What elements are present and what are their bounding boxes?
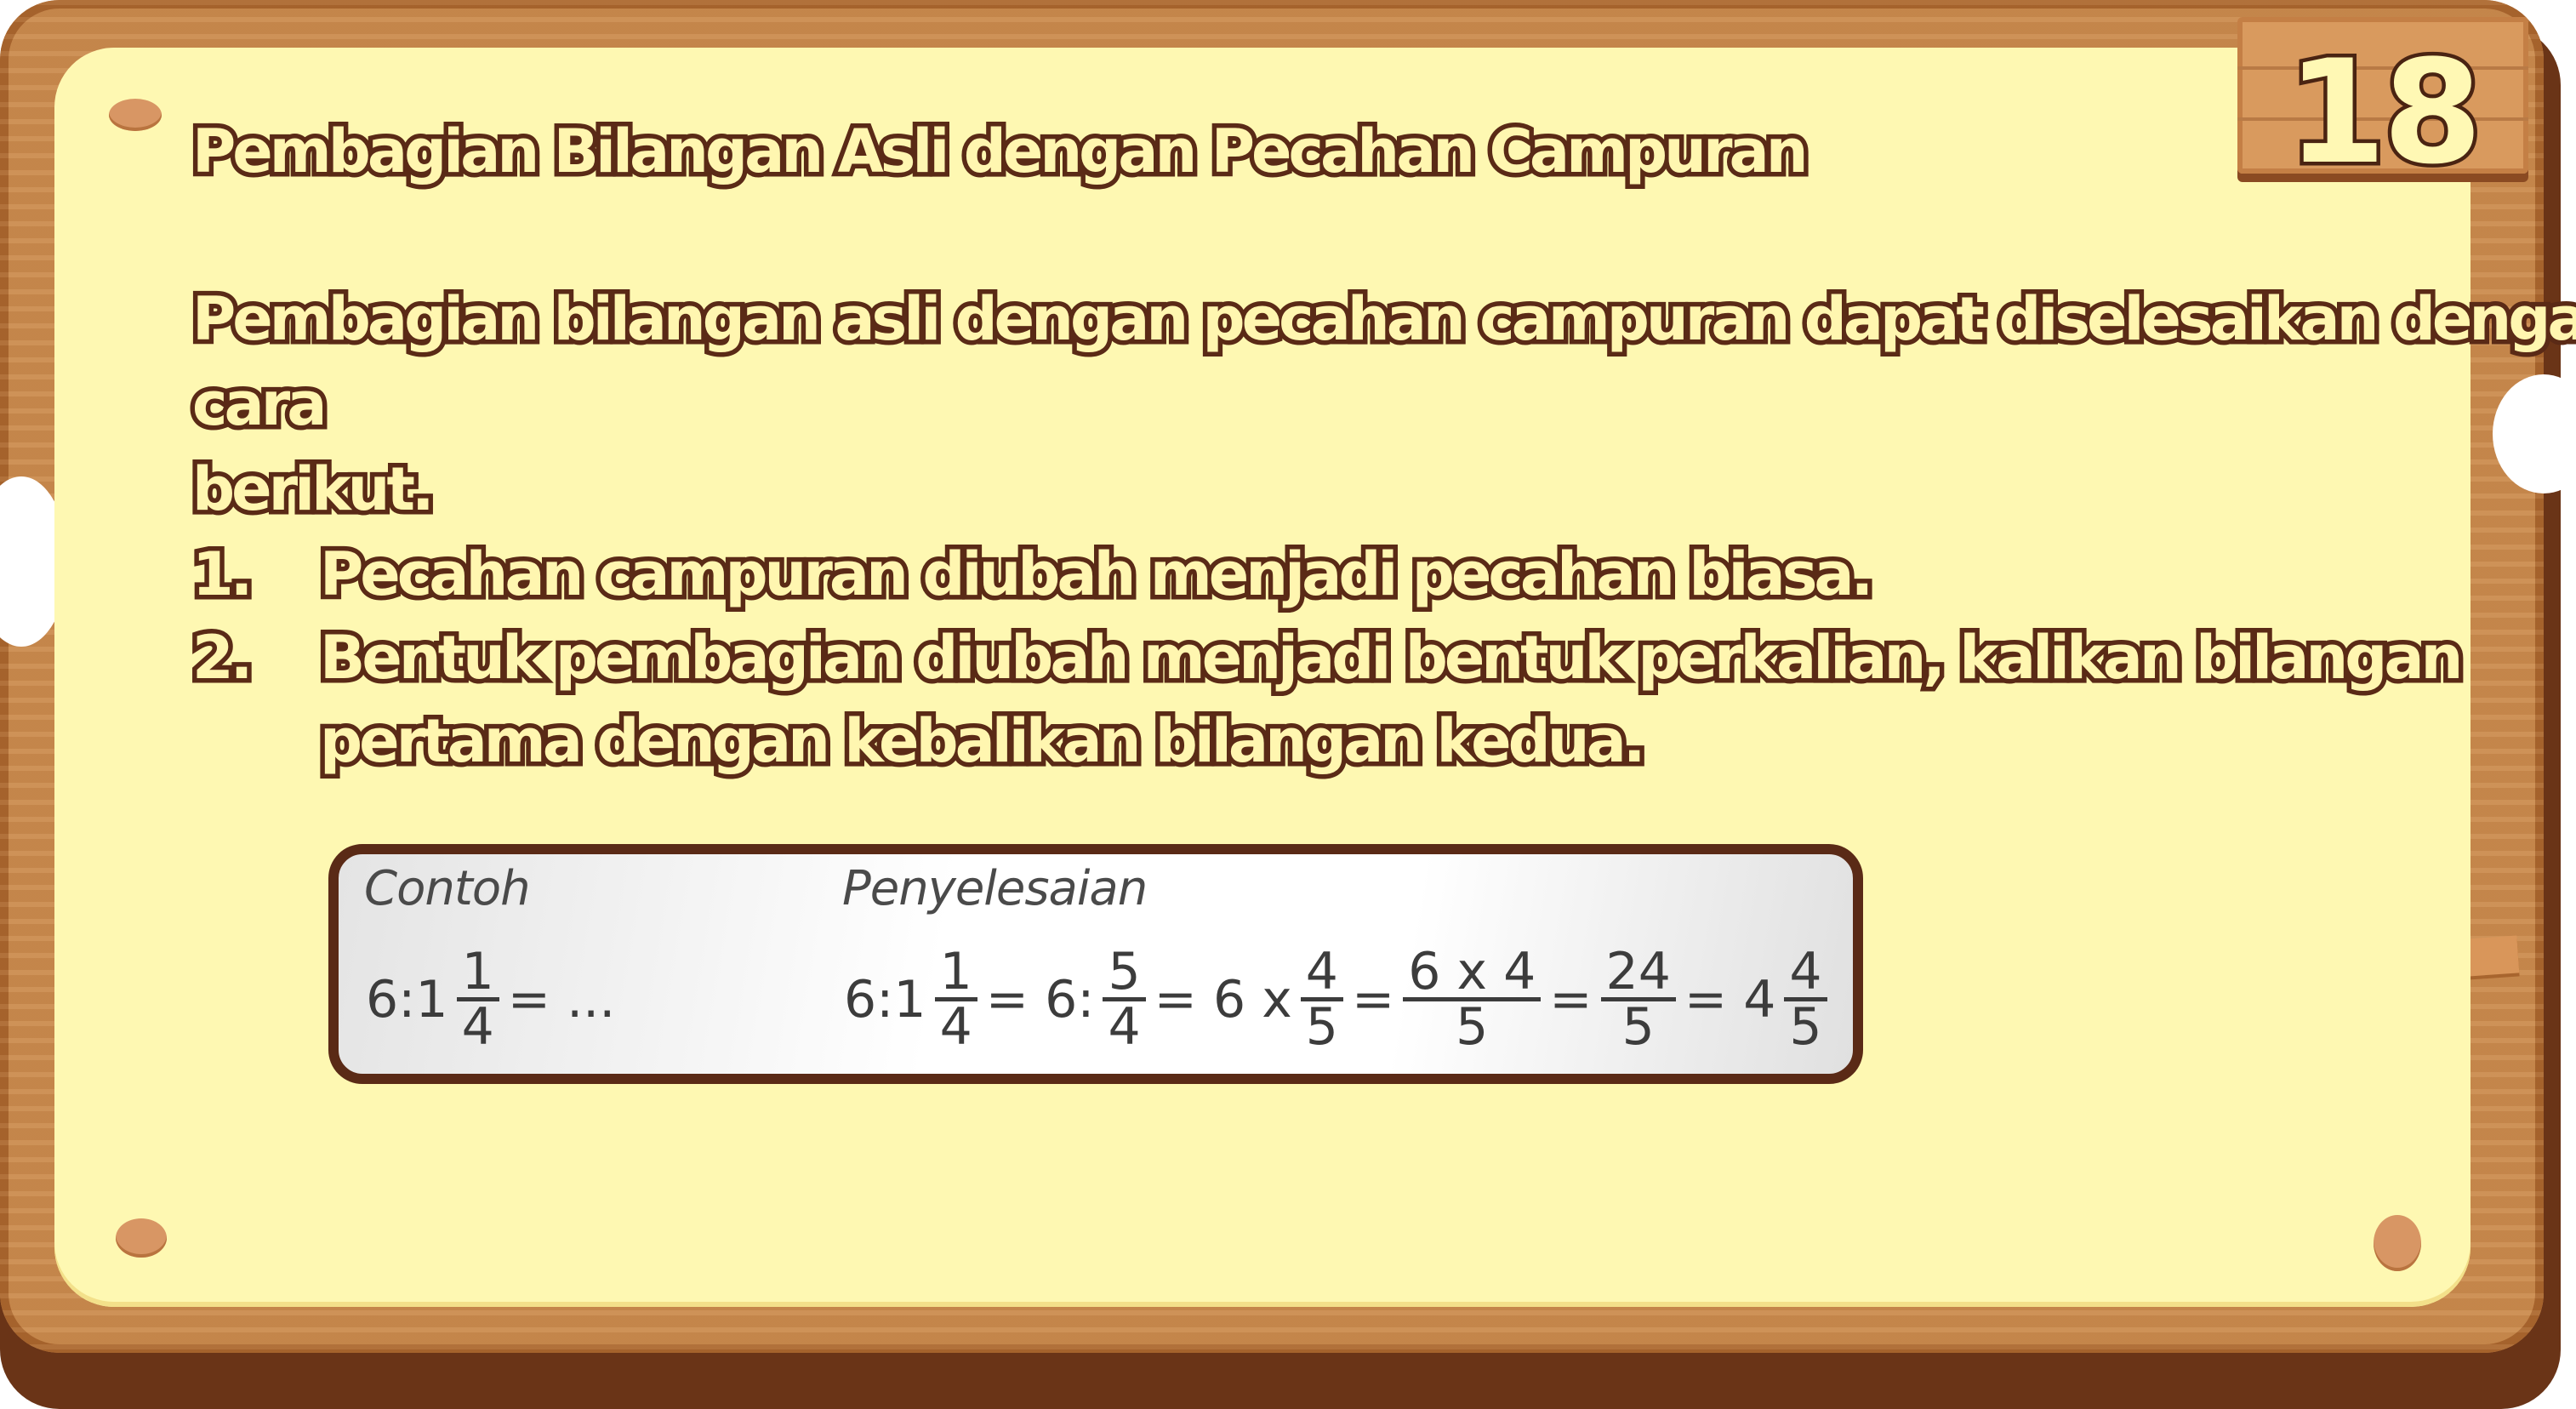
solution-fraction-6: 4 5	[1784, 946, 1827, 1052]
example-solution: 6:1 1 4 = 6: 5 4 = 6 x 4 5 = 6 x 4 5 = 2…	[841, 946, 1832, 1052]
fraction-denominator: 5	[1305, 997, 1338, 1057]
fraction-numerator: 5	[1103, 946, 1146, 1001]
solution-fraction-3: 4 5	[1300, 946, 1343, 1057]
fraction-denominator: 5	[1789, 997, 1822, 1057]
step-2-text-line-2: pertama dengan kebalikan bilangan kedua.	[315, 702, 1650, 781]
fraction-denominator: 4	[1108, 997, 1141, 1057]
number-tag: 18	[2237, 17, 2528, 200]
fraction-numerator: 4	[1784, 946, 1827, 1001]
solution-fraction-1: 1 4	[934, 946, 977, 1057]
fraction-numerator: 1	[456, 946, 499, 1001]
solution-fraction-4: 6 x 4 5	[1403, 946, 1542, 1057]
solution-term-6: = 4	[1684, 969, 1776, 1030]
peg-bottom-right	[2374, 1215, 2421, 1271]
solution-term-3: = 6 x	[1154, 969, 1292, 1030]
fraction-numerator: 24	[1600, 946, 1676, 1001]
intro-line-3: berikut.	[188, 450, 440, 529]
solution-term-5: =	[1549, 969, 1593, 1030]
intro-line-2: cara	[188, 365, 332, 444]
solution-term-1: 6:1	[844, 969, 926, 1030]
fraction-numerator: 4	[1300, 946, 1343, 1001]
step-2-number: 2.	[187, 619, 257, 698]
peg-bottom-left	[116, 1218, 167, 1258]
fraction-denominator: 5	[1456, 997, 1489, 1057]
step-1-text: Pecahan campuran diubah menjadi pecahan …	[315, 535, 1878, 614]
solution-fraction-2: 5 4	[1103, 946, 1146, 1057]
peg-top-left	[109, 99, 162, 131]
fraction-numerator: 1	[934, 946, 977, 1001]
fraction-denominator: 4	[939, 997, 972, 1057]
contoh-label: Contoh	[364, 861, 531, 916]
solution-term-4: =	[1351, 969, 1395, 1030]
problem-lead: 6:1	[366, 969, 448, 1030]
problem-fraction: 1 4	[456, 946, 499, 1057]
fraction-denominator: 4	[461, 997, 494, 1057]
fraction-denominator: 5	[1621, 997, 1655, 1057]
step-1-number: 1.	[187, 535, 257, 614]
problem-tail: = ...	[507, 969, 616, 1030]
fraction-numerator: 6 x 4	[1403, 946, 1542, 1001]
penyelesaian-label: Penyelesaian	[842, 861, 1148, 916]
page-title: Pembagian Bilangan Asli dengan Pecahan C…	[188, 112, 1814, 191]
example-problem: 6:1 1 4 = ...	[362, 946, 618, 1052]
step-2-text-line-1: Bentuk pembagian diubah menjadi bentuk p…	[315, 619, 2467, 698]
example-box: Contoh Penyelesaian 6:1 1 4 = ... 6:1 1 …	[328, 844, 1863, 1084]
solution-term-2: = 6:	[985, 969, 1095, 1030]
intro-line-1: Pembagian bilangan asli dengan pecahan c…	[187, 280, 2576, 359]
solution-fraction-5: 24 5	[1600, 946, 1676, 1057]
card-number: 18	[2283, 26, 2487, 200]
